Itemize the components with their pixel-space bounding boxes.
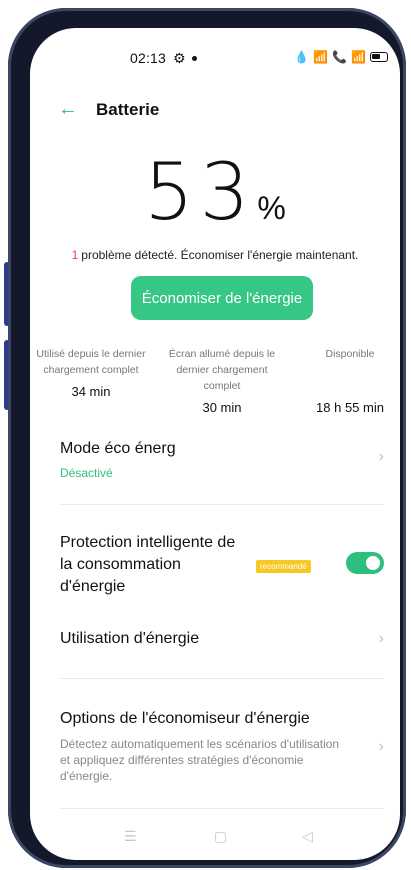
chevron-right-icon: › [378, 448, 384, 465]
battery-percent: 53% [30, 148, 400, 238]
battery-percent-value: 53 [144, 148, 256, 238]
screen: 02:13 ⚙ 💧 📶 📞 📶 ← Batterie 53% 1 problème… [30, 28, 400, 860]
chevron-right-icon: › [378, 630, 384, 647]
wifi-icon: 📶 [313, 50, 329, 64]
status-icons: 💧 📶 📞 📶 [294, 50, 388, 64]
battery-icon [370, 52, 388, 62]
call-icon: 📞 [332, 50, 348, 64]
status-time: 02:13 [130, 50, 167, 66]
smart-protection-row: Protection intelligente de la consommati… [60, 532, 240, 598]
problem-text: problème détecté. Économiser l'énergie m… [81, 248, 359, 262]
navigation-bar: ☰ ▢ ◁ [30, 828, 400, 848]
stat-label: Disponible [325, 348, 375, 360]
stat-value: 18 h 55 min [316, 400, 384, 415]
stat-label: Écran allumé depuis le dernier chargemen… [168, 348, 276, 392]
energy-usage-label: Utilisation d'énergie [60, 630, 200, 647]
smart-protection-toggle[interactable] [346, 552, 384, 574]
stat-value: 30 min [202, 400, 242, 415]
signal-icon: 📶 [351, 50, 366, 64]
back-arrow-icon[interactable]: ← [58, 98, 78, 120]
notification-dot-icon [192, 56, 197, 61]
toggle-knob [366, 556, 380, 570]
divider [60, 808, 384, 809]
stat-value: 34 min [71, 384, 111, 399]
home-icon[interactable]: ▢ [214, 828, 227, 845]
recommended-badge: recommandé [256, 560, 311, 573]
eco-mode-label: Mode éco énerg [60, 440, 176, 457]
stat-label: Utilisé depuis le dernier chargement com… [36, 348, 146, 376]
phone-frame: 02:13 ⚙ 💧 📶 📞 📶 ← Batterie 53% 1 problème… [8, 8, 406, 868]
battery-percent-sign: % [257, 190, 286, 226]
stat-available: Disponible 18 h 55 min [300, 346, 400, 416]
save-energy-button[interactable]: Économiser de l'énergie [131, 276, 313, 320]
saver-options-label: Options de l'économiseur d'énergie [60, 710, 310, 727]
smart-protection-label: Protection intelligente de la consommati… [60, 534, 236, 595]
eco-mode-status: Désactivé [60, 466, 113, 480]
page-title: Batterie [96, 100, 160, 119]
page-header: ← Batterie [30, 98, 400, 122]
energy-usage-row[interactable]: Utilisation d'énergie › [60, 628, 384, 650]
settings-gear-icon: ⚙ [173, 50, 186, 66]
stat-screen-on: Écran allumé depuis le dernier chargemen… [160, 346, 284, 416]
eco-mode-row[interactable]: Mode éco énerg Désactivé › [60, 438, 384, 480]
chevron-right-icon: › [378, 738, 384, 755]
drop-icon: 💧 [294, 50, 310, 64]
status-bar: 02:13 ⚙ 💧 📶 📞 📶 [30, 50, 400, 70]
back-icon[interactable]: ◁ [302, 828, 313, 845]
problem-count: 1 [71, 248, 79, 262]
problem-notice: 1 problème détecté. Économiser l'énergie … [30, 248, 400, 262]
saver-options-row[interactable]: Options de l'économiseur d'énergie Détec… [60, 708, 384, 784]
divider [60, 678, 384, 679]
divider [60, 504, 384, 505]
saver-options-description: Détectez automatiquement les scénarios d… [60, 737, 340, 783]
menu-icon[interactable]: ☰ [124, 828, 137, 845]
stat-since-charge: Utilisé depuis le dernier chargement com… [30, 346, 152, 400]
